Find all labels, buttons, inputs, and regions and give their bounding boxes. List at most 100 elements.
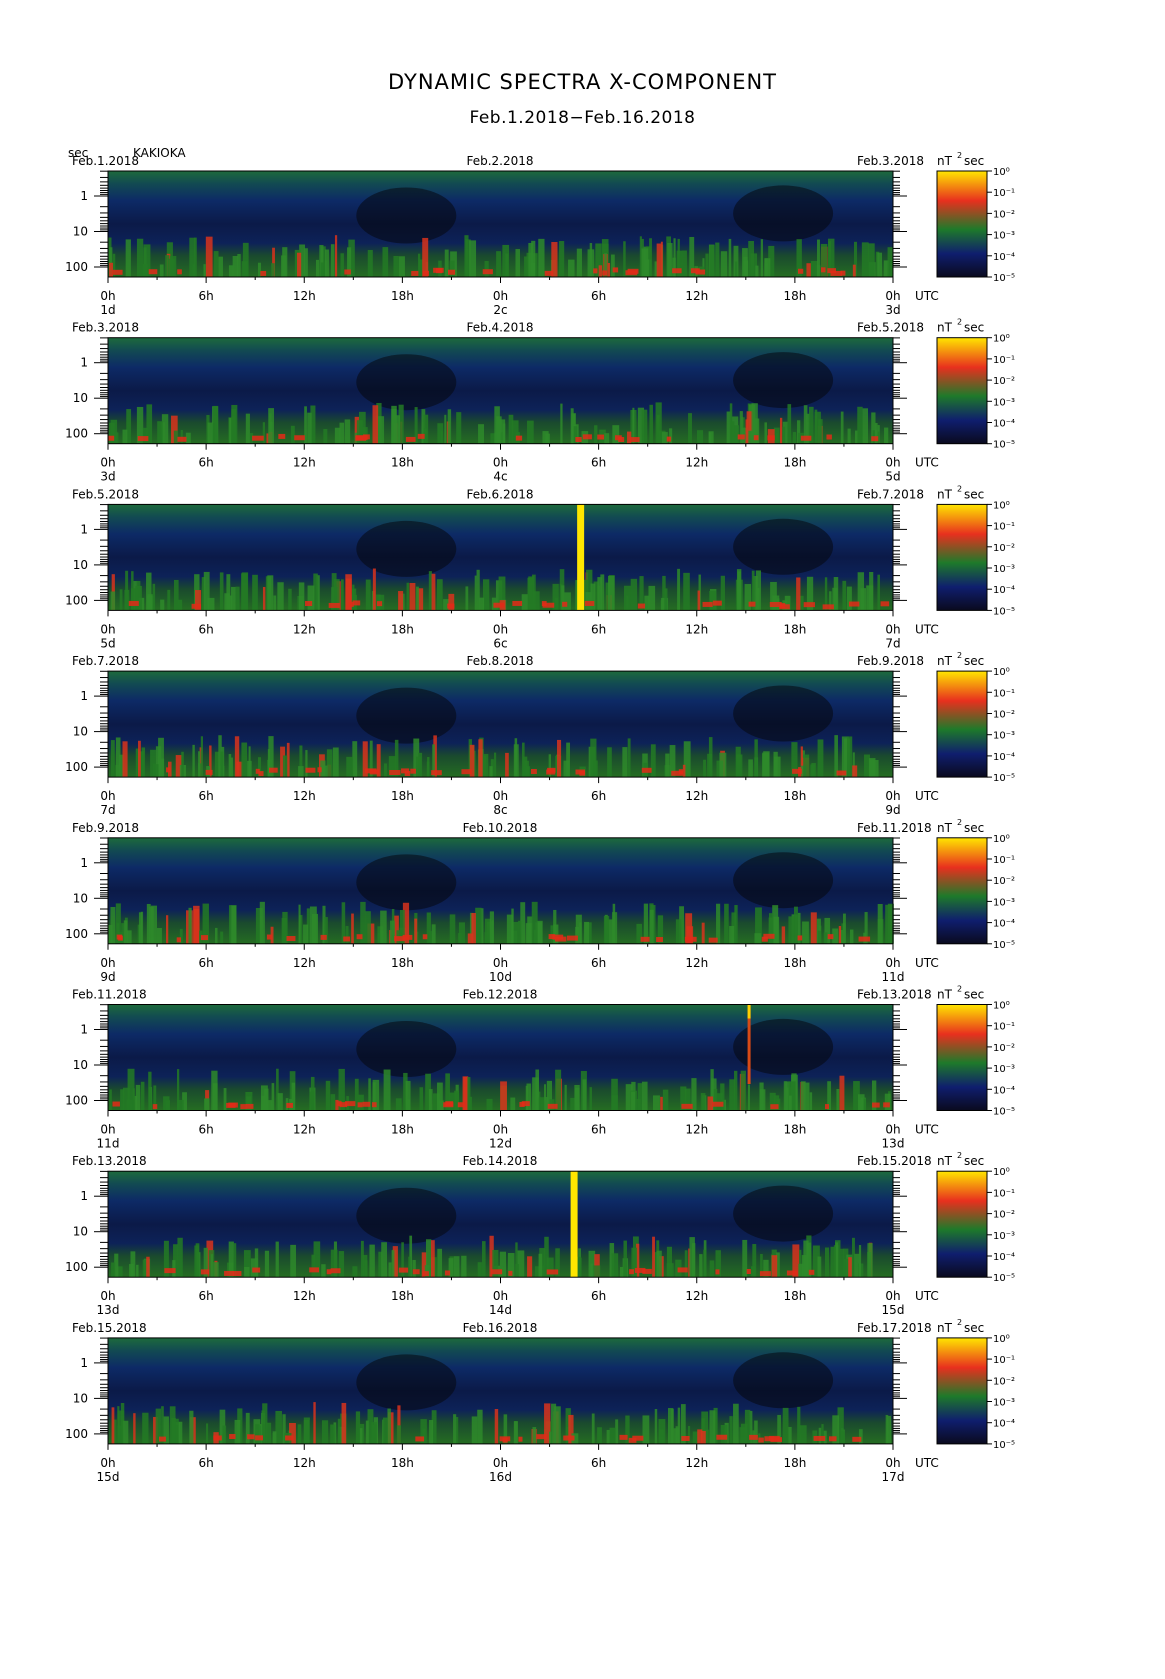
panel-mid-date: Feb.8.2018 [466,654,533,668]
spectral-power-strip [641,248,649,277]
y-tick-label: 10 [73,391,88,405]
spectral-power-strip [159,264,164,277]
quiet-region [356,1354,457,1411]
spectral-power-strip [557,739,562,778]
spectral-power-strip [213,1262,219,1278]
spectral-power-strip [675,919,682,944]
spectral-power-strip [866,585,874,611]
high-power-speckle [245,1103,254,1109]
high-power-speckle [355,435,367,441]
day-label: 5d [885,470,900,484]
panel-left-date: Feb.9.2018 [72,821,139,835]
spectral-power-strip [259,901,265,944]
high-power-speckle [575,769,586,775]
spectral-power-strip [824,1247,830,1278]
spectral-power-strip [652,1236,655,1278]
spectral-power-strip [538,1253,543,1278]
colorbar-tick-label: 10⁻³ [993,231,1015,242]
spectral-power-strip [195,1243,200,1278]
high-power-speckle [266,934,272,940]
high-power-speckle [871,436,879,442]
high-power-speckle [389,769,401,775]
spectral-power-strip [262,586,266,611]
high-power-speckle [260,270,267,276]
x-tick-label: 12h [293,622,316,636]
x-tick-label: 0h [100,622,115,636]
day-label: 7d [885,636,900,650]
high-power-speckle [417,433,425,439]
spectral-power-strip [444,414,447,444]
colorbar-unit-exponent: 2 [957,484,962,493]
spectral-power-strip [338,1251,345,1278]
high-power-speckle [808,1269,815,1275]
spectral-power-strip [142,427,148,444]
spectral-power-strip [173,579,179,611]
colorbar-tick-label: 10⁻⁵ [993,1107,1015,1118]
x-unit-label: UTC [915,1289,939,1303]
colorbar-tick-label: 10⁰ [993,834,1010,845]
spectral-power-strip [598,265,603,277]
spectral-power-strip [489,766,493,778]
spectral-power-strip [887,1415,891,1444]
spectral-power-strip [817,930,821,944]
spectral-power-strip [181,751,184,778]
spectral-power-strip [582,1079,587,1111]
spectral-power-strip [705,253,709,277]
colorbar-unit-exponent: 2 [957,651,962,660]
high-power-speckle [502,1437,508,1443]
high-power-speckle [191,603,202,609]
high-power-speckle [285,1435,294,1441]
spectral-power-strip [733,1403,739,1444]
high-power-speckle [541,601,547,607]
spectral-power-strip [286,742,290,778]
spectral-power-strip [212,423,215,444]
spectral-power-strip [456,412,462,444]
spectral-power-strip [120,1419,124,1444]
spectral-power-strip [709,245,715,277]
spectral-power-strip [806,263,811,277]
spectral-power-strip [734,261,738,277]
spectra-panels: Feb.1.2018 Feb.2.2018 Feb.3.2018 nT 2 sec1101… [65,151,1015,1484]
spectral-power-strip [125,239,131,277]
spectral-power-strip [175,1418,179,1444]
high-power-speckle [883,1102,890,1108]
day-label: 7d [100,803,115,817]
spectral-power-strip [297,1424,302,1444]
y-tick-label: 1 [80,856,88,870]
x-tick-label: 0h [885,1289,900,1303]
spectral-power-strip [630,578,638,611]
y-tick-label: 1 [80,189,88,203]
colorbar-tick-label: 10⁰ [993,667,1010,678]
spectral-power-strip [650,744,656,778]
spectral-power-strip [590,583,596,611]
colorbar-tick-label: 10⁻⁴ [993,252,1015,263]
y-tick-label: 1 [80,1189,88,1203]
day-label: 17d [882,1470,905,1484]
spectral-power-strip [406,582,410,611]
high-power-speckle [678,769,684,775]
high-power-speckle [247,1434,255,1440]
colorbar-tick-label: 10⁻² [993,876,1015,887]
quiet-region [356,687,457,744]
high-power-speckle [411,270,419,276]
spectral-power-strip [228,265,234,277]
spectral-power-strip [135,585,142,611]
high-power-speckle [410,768,416,774]
spectral-power-strip [391,1250,395,1278]
quiet-region [356,520,457,577]
day-label: 3d [885,303,900,317]
spectral-power-strip [755,265,759,277]
spectral-power-strip [167,589,171,611]
spectral-power-strip [158,737,164,778]
spectral-power-strip [192,744,195,778]
high-power-speckle [394,936,405,942]
high-power-speckle [629,1269,634,1275]
spectral-power-strip [254,1248,259,1278]
spectral-power-strip [352,1266,358,1278]
colorbar-unit-sec: sec [964,654,984,668]
spectral-power-strip [576,248,582,277]
spectral-power-strip [863,1098,867,1111]
high-power-speckle [666,436,672,442]
panel-right-date: Feb.9.2018 [857,654,924,668]
y-tick-label: 10 [73,225,88,239]
